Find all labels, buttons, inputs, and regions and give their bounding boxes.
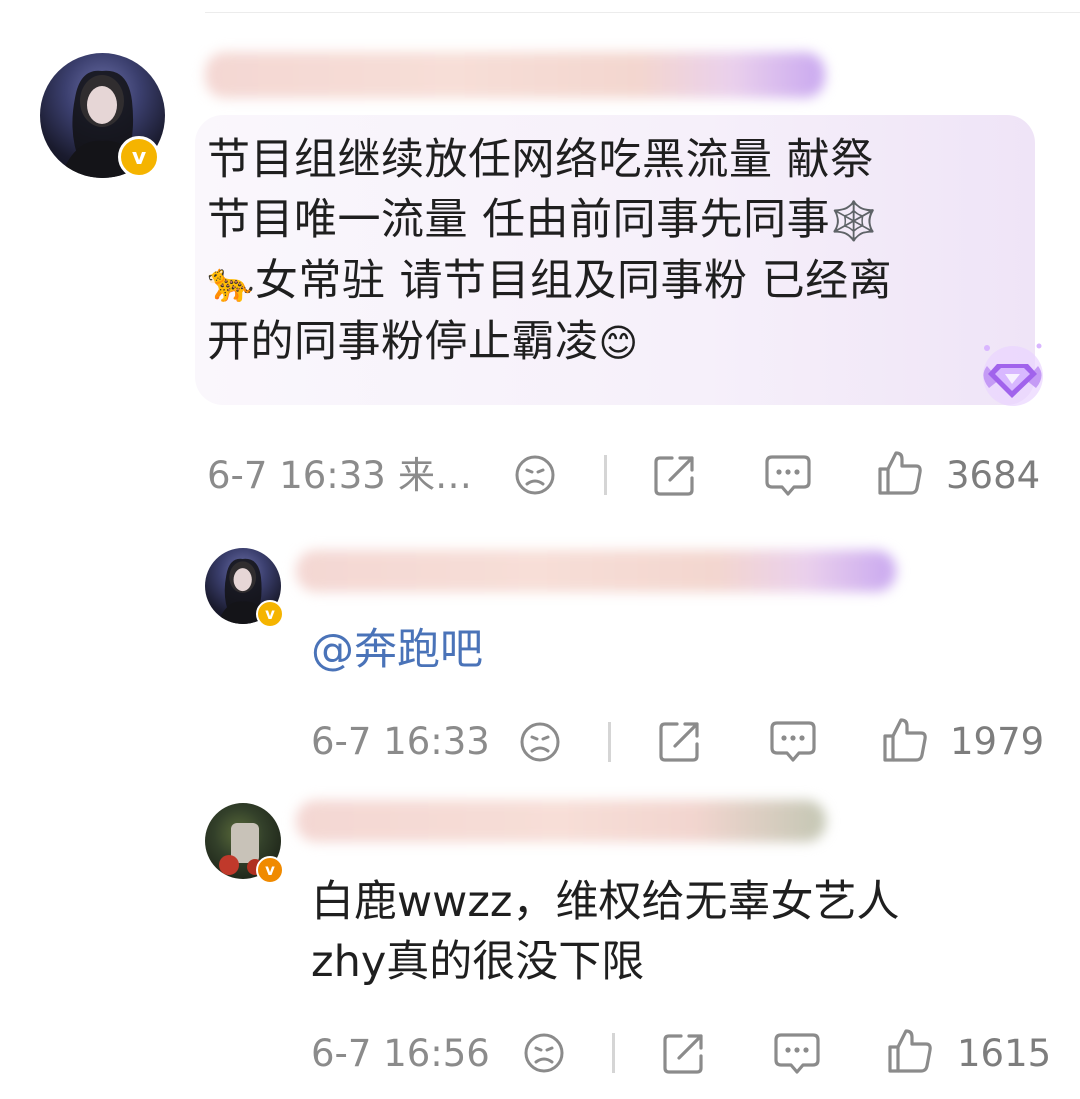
sad-face-icon[interactable] bbox=[522, 1031, 566, 1075]
like-count: 3684 bbox=[946, 454, 1041, 497]
username-blurred[interactable] bbox=[296, 550, 896, 592]
share-icon[interactable] bbox=[661, 1030, 707, 1076]
username-blurred[interactable] bbox=[205, 52, 825, 98]
share-icon[interactable] bbox=[657, 718, 703, 764]
comment-bubble-icon[interactable] bbox=[769, 718, 817, 764]
leopard-emoji: 🐆 bbox=[207, 260, 255, 304]
thumbs-up-icon[interactable] bbox=[881, 716, 929, 764]
comment-source[interactable]: 来… bbox=[398, 456, 472, 496]
verified-badge-icon: v bbox=[256, 600, 284, 628]
thumbs-up-icon[interactable] bbox=[876, 449, 924, 497]
verified-badge-icon: v bbox=[256, 856, 284, 884]
spider-web-emoji: 🕸️ bbox=[830, 199, 878, 243]
comment-time: 6-7 16:33 bbox=[207, 454, 386, 497]
comment-time: 6-7 16:33 bbox=[311, 720, 490, 763]
divider bbox=[608, 722, 611, 762]
mention-link[interactable]: @奔跑吧 bbox=[311, 625, 483, 675]
thumbs-up-icon[interactable] bbox=[886, 1027, 934, 1075]
sad-face-icon[interactable] bbox=[518, 720, 562, 764]
divider-top bbox=[205, 12, 1080, 13]
comment-bubble-icon[interactable] bbox=[764, 452, 812, 498]
purple-gem-badge-icon bbox=[983, 343, 1043, 406]
verified-badge-icon: v bbox=[118, 136, 160, 178]
smile-emoji: 😊 bbox=[598, 321, 639, 365]
divider bbox=[604, 455, 607, 495]
divider bbox=[612, 1033, 615, 1073]
username-blurred[interactable] bbox=[296, 800, 826, 842]
comment-text: 节目组继续放任网络吃黑流量 献祭 节目唯一流量 任由前同事先同事🕸️ 🐆女常驻 … bbox=[207, 130, 1007, 373]
comment-text: @奔跑吧 bbox=[311, 620, 483, 680]
share-icon[interactable] bbox=[652, 452, 698, 498]
like-count: 1979 bbox=[950, 720, 1045, 763]
comment-text: 白鹿wwzz，维权给无辜女艺人 zhy真的很没下限 bbox=[311, 877, 900, 987]
comment-bubble-icon[interactable] bbox=[773, 1030, 821, 1076]
like-count: 1615 bbox=[957, 1032, 1052, 1075]
sad-face-icon[interactable] bbox=[513, 453, 557, 497]
comment-time: 6-7 16:56 bbox=[311, 1032, 490, 1075]
